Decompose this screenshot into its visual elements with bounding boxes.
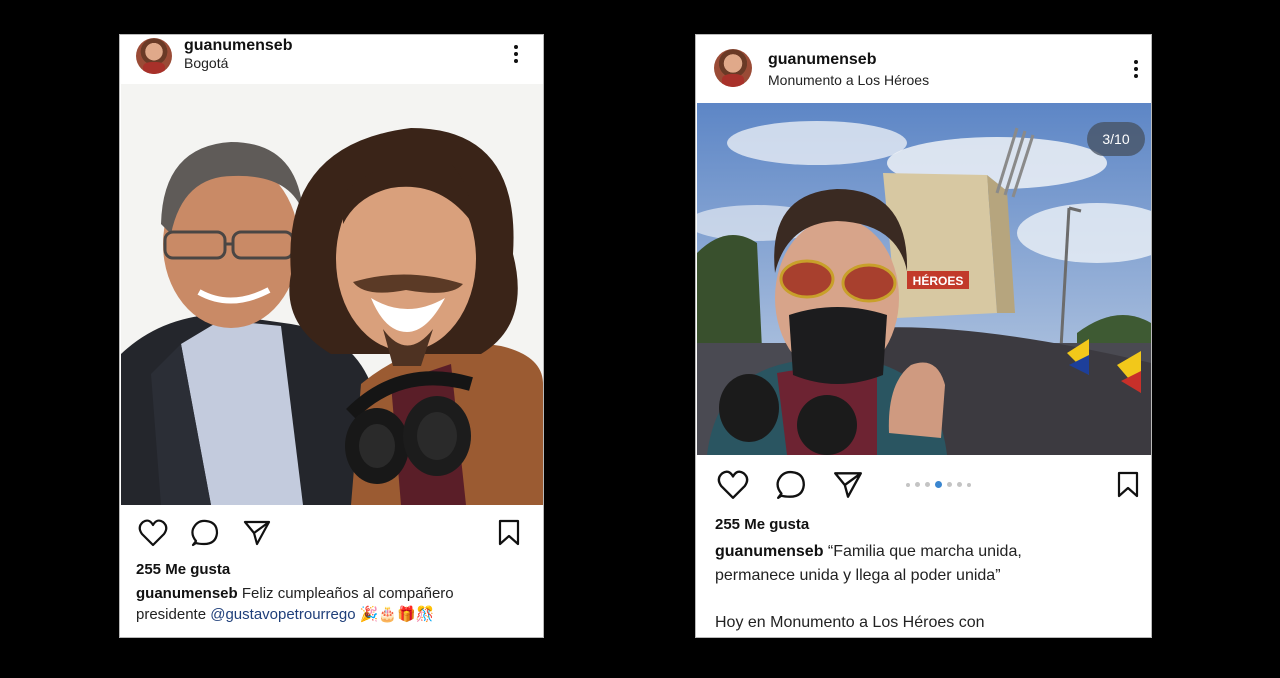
- mention-link[interactable]: @gustavopetrourrego: [210, 606, 355, 623]
- photo-illustration: [121, 84, 543, 505]
- like-heart-icon[interactable]: [717, 470, 749, 500]
- username[interactable]: guanumenseb: [768, 51, 876, 69]
- comment-icon[interactable]: [190, 519, 220, 547]
- caption-text: “Familia que marcha unida,: [827, 543, 1022, 560]
- post-photo[interactable]: [121, 84, 543, 505]
- instagram-post-1: guanumenseb Bogotá 255 Me gusta guanumen…: [119, 34, 544, 638]
- share-send-icon[interactable]: [242, 519, 272, 547]
- carousel-counter: 3/10: [1087, 122, 1145, 156]
- more-options-icon[interactable]: [514, 45, 520, 63]
- comment-icon[interactable]: [775, 470, 807, 500]
- caption-text-line2: presidente: [136, 606, 207, 623]
- save-bookmark-icon[interactable]: [1116, 470, 1140, 500]
- save-bookmark-icon[interactable]: [497, 519, 521, 547]
- share-send-icon[interactable]: [832, 470, 864, 500]
- post-caption: guanumenseb Feliz cumpleaños al compañer…: [136, 583, 536, 625]
- caption-username[interactable]: guanumenseb: [136, 585, 238, 602]
- more-options-icon[interactable]: [1134, 60, 1140, 78]
- like-count[interactable]: 255 Me gusta: [715, 516, 809, 533]
- avatar[interactable]: [714, 49, 752, 87]
- avatar[interactable]: [136, 38, 172, 74]
- instagram-post-2: guanumenseb Monumento a Los Héroes HÉROE…: [695, 34, 1152, 638]
- username[interactable]: guanumenseb: [184, 37, 292, 55]
- post-photo[interactable]: HÉROES 3/10: [697, 103, 1151, 455]
- like-heart-icon[interactable]: [138, 519, 168, 547]
- caption-username[interactable]: guanumenseb: [715, 543, 823, 560]
- location[interactable]: Monumento a Los Héroes: [768, 72, 929, 88]
- post-caption: guanumenseb “Familia que marcha unida, p…: [715, 540, 1145, 635]
- carousel-pagination: [906, 481, 971, 488]
- like-count[interactable]: 255 Me gusta: [136, 561, 230, 578]
- caption-text-line3: Hoy en Monumento a Los Héroes con: [715, 614, 985, 631]
- caption-emojis: 🎉🎂🎁🎊: [359, 606, 435, 623]
- photo-illustration: HÉROES: [697, 103, 1151, 455]
- location[interactable]: Bogotá: [184, 55, 228, 71]
- monument-sign-text: HÉROES: [913, 273, 964, 288]
- caption-text-line2: permanece unida y llega al poder unida”: [715, 567, 1001, 584]
- caption-text: Feliz cumpleaños al compañero: [241, 585, 454, 602]
